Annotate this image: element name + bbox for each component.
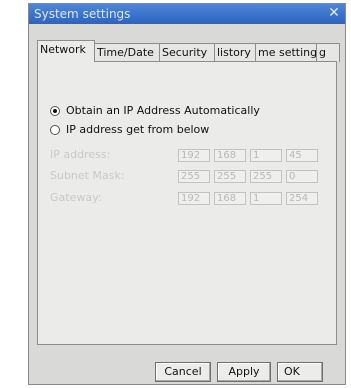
ok-button[interactable]: OK	[277, 362, 323, 382]
gateway-octet-1[interactable]: 192	[178, 192, 210, 205]
radio-unchecked-icon[interactable]	[50, 125, 60, 135]
tab-theme-setting[interactable]: me setting	[255, 43, 317, 62]
mask-octet-1[interactable]: 255	[178, 170, 210, 183]
radio-checked-icon[interactable]	[50, 106, 60, 116]
tab-bar: Network Time/Date Security listory me se…	[37, 40, 343, 62]
ip-octet-4[interactable]: 45	[286, 149, 318, 162]
ok-button-label: OK	[284, 365, 300, 378]
option-manual-ip-label: IP address get from below	[66, 123, 210, 136]
ip-octet-3[interactable]: 1	[250, 149, 282, 162]
window-title: System settings	[34, 7, 131, 21]
tab-history[interactable]: listory	[214, 43, 256, 62]
option-auto-ip[interactable]: Obtain an IP Address Automatically	[50, 104, 260, 118]
gateway-octet-3[interactable]: 1	[250, 192, 282, 205]
tab-security[interactable]: Security	[159, 43, 215, 62]
ip-octet-1[interactable]: 192	[178, 149, 210, 162]
gateway-octet-2[interactable]: 168	[214, 192, 246, 205]
option-manual-ip[interactable]: IP address get from below	[50, 123, 209, 137]
cancel-button[interactable]: Cancel	[155, 362, 211, 382]
tab-network[interactable]: Network	[37, 40, 95, 62]
settings-window: System settings ✕ Network Time/Date Secu…	[28, 3, 346, 385]
ip-octet-2[interactable]: 168	[214, 149, 246, 162]
mask-octet-2[interactable]: 255	[214, 170, 246, 183]
subnet-mask-label: Subnet Mask:	[50, 169, 125, 182]
ip-address-label: IP address:	[50, 148, 111, 161]
mask-octet-4[interactable]: 0	[286, 170, 318, 183]
gateway-octet-4[interactable]: 254	[286, 192, 318, 205]
close-icon[interactable]: ✕	[327, 5, 341, 21]
gateway-label: Gateway:	[50, 191, 102, 204]
tab-time-date[interactable]: Time/Date	[94, 43, 160, 62]
tab-more[interactable]: g	[316, 43, 340, 62]
apply-button[interactable]: Apply	[217, 362, 271, 382]
network-panel: Obtain an IP Address Automatically IP ad…	[37, 61, 337, 345]
option-auto-ip-label: Obtain an IP Address Automatically	[66, 104, 260, 117]
mask-octet-3[interactable]: 255	[250, 170, 282, 183]
title-bar[interactable]: System settings ✕	[29, 4, 345, 24]
